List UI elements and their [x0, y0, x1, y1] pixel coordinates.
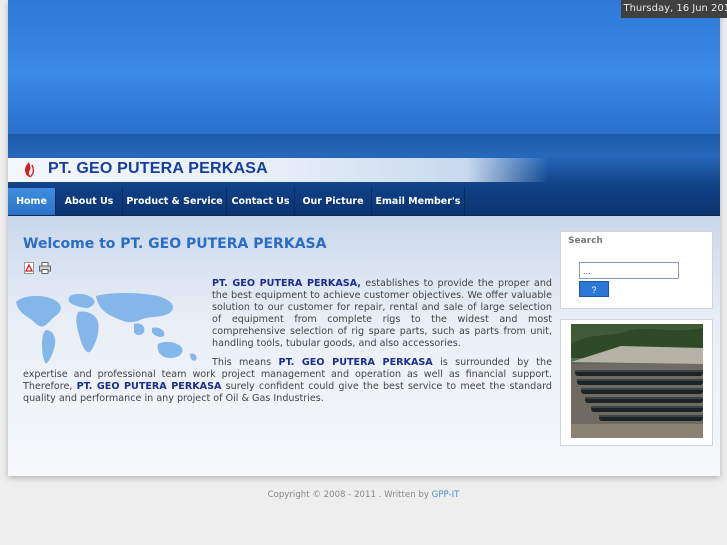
copyright-text: Copyright © 2008 - 2011 . Written by [267, 490, 432, 500]
date-badge: Thursday, 16 Jun 2011 [621, 0, 727, 18]
map-spacer [23, 278, 212, 364]
company-mention: PT. GEO PUTERA PERKASA [76, 380, 222, 392]
company-mention: PT. GEO PUTERA PERKASA [278, 356, 433, 368]
page-container: Thursday, 16 Jun 2011 PT. GEO PUTERA PER… [8, 0, 727, 476]
company-name: PT. GEO PUTERA PERKASA [48, 160, 268, 177]
footer: Copyright © 2008 - 2011 . Written by GPP… [0, 490, 727, 500]
flame-logo-icon [25, 162, 35, 178]
intro-text: PT. GEO PUTERA PERKASA, establishes to p… [23, 278, 552, 411]
nav-item-email-members[interactable]: Email Member's [372, 188, 465, 215]
main-nav: Home About Us Product & Service Contact … [8, 188, 720, 216]
nav-item-home[interactable]: Home [8, 188, 56, 215]
nav-item-product-service[interactable]: Product & Service [123, 188, 227, 215]
print-icon[interactable] [39, 262, 51, 274]
search-module: Search ? [560, 231, 713, 309]
logo-bar: PT. GEO PUTERA PERKASA [8, 158, 548, 182]
header-banner [8, 0, 720, 134]
pipes-photo [571, 324, 703, 438]
company-mention: PT. GEO PUTERA PERKASA, [212, 278, 361, 289]
nav-item-about-us[interactable]: About Us [56, 188, 123, 215]
photo-module [560, 319, 713, 446]
nav-item-our-picture[interactable]: Our Picture [295, 188, 372, 215]
paragraph-text: This means [212, 356, 279, 368]
search-button[interactable]: ? [579, 281, 609, 297]
search-title: Search [568, 236, 603, 246]
author-link[interactable]: GPP-IT [432, 490, 460, 500]
search-input[interactable] [579, 262, 679, 279]
pdf-icon[interactable] [24, 262, 34, 274]
page-title: Welcome to PT. GEO PUTERA PERKASA [23, 236, 327, 252]
nav-item-contact-us[interactable]: Contact Us [227, 188, 295, 215]
